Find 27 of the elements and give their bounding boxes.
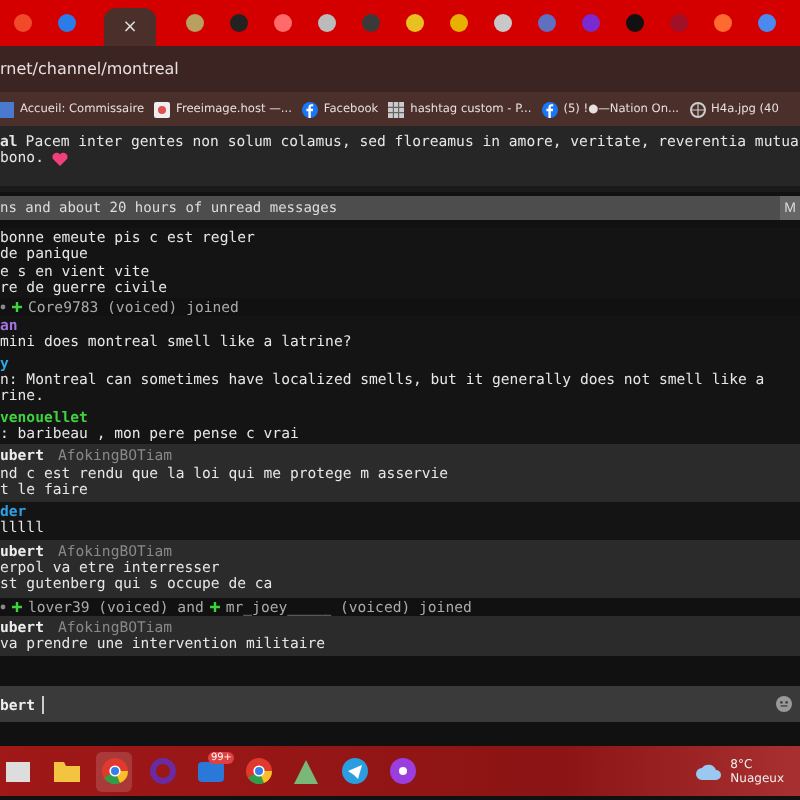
facebook-icon <box>541 101 558 117</box>
chrome-icon <box>245 758 271 784</box>
mail-icon <box>197 759 223 783</box>
emoji-icon[interactable] <box>776 696 792 712</box>
folder-icon <box>53 760 79 782</box>
paper-plane-icon <box>341 758 367 784</box>
window-icon <box>6 759 30 783</box>
triangle-icon <box>294 759 318 783</box>
ring-icon <box>149 758 175 784</box>
chrome-icon <box>101 758 127 784</box>
facebook-icon <box>301 101 318 117</box>
globe-icon <box>689 101 706 117</box>
dot-icon <box>0 304 6 311</box>
podcast-icon <box>389 758 415 784</box>
address-field[interactable]: rnet/channel/montreal <box>0 60 179 78</box>
plus-icon <box>12 601 22 612</box>
cloud-icon <box>696 763 723 779</box>
plus-icon <box>12 302 22 313</box>
tab-close-button[interactable]: × <box>122 17 138 37</box>
page-icon <box>0 101 14 117</box>
browser-tab[interactable]: × <box>104 8 156 46</box>
taskbar-app[interactable] <box>96 751 132 791</box>
grid-icon <box>388 101 405 117</box>
image-icon <box>154 101 171 117</box>
heart-icon <box>51 151 68 166</box>
plus-icon <box>209 601 220 612</box>
dot-icon <box>0 603 6 610</box>
